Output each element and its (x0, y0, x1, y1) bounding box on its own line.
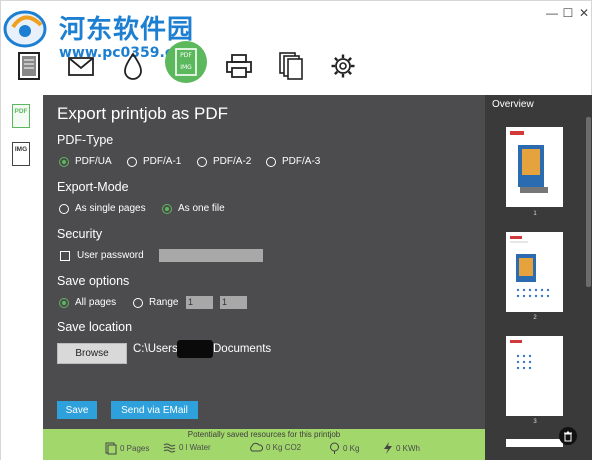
checkbox-label: User password (77, 250, 144, 261)
stat-value: 0 KWh (396, 443, 421, 453)
export-mode-heading: Export-Mode (57, 180, 129, 194)
radio-indicator (59, 297, 69, 308)
radio-all-pages[interactable]: All pages (59, 297, 116, 308)
sidebar-item-img[interactable]: IMG (12, 142, 30, 166)
overview-page-thumbnail[interactable] (506, 127, 563, 207)
security-heading: Security (57, 227, 103, 241)
save-location-heading: Save location (57, 320, 133, 334)
overview-panel: Overview 1 2 3 (485, 95, 592, 460)
page-preview-image (510, 236, 550, 298)
radio-label: PDF/A-2 (213, 156, 252, 167)
range-from-input[interactable]: 1 (186, 296, 213, 309)
radio-pdf-a1[interactable]: PDF/A-1 (127, 156, 181, 167)
copies-icon (279, 52, 303, 80)
water-icon (163, 443, 176, 453)
stat-value: 0 l Water (179, 443, 211, 452)
pdf-badge-top: PDF (180, 52, 192, 59)
radio-indicator (197, 156, 207, 167)
radio-indicator (133, 297, 143, 308)
cloud-icon (250, 442, 263, 452)
pdf-img-icon: PDF IMG (175, 48, 197, 76)
radio-range[interactable]: Range (133, 297, 178, 308)
stat-value: 0 Kg CO2 (266, 443, 302, 452)
user-password-input[interactable] (159, 249, 263, 262)
radio-label: PDF/A-3 (282, 156, 321, 167)
send-email-button[interactable]: Send via EMail (111, 401, 198, 419)
overview-page-number: 2 (533, 315, 537, 321)
save-button[interactable]: Save (57, 401, 97, 419)
watermark-logo-icon (3, 10, 47, 48)
overview-scrollbar[interactable] (586, 117, 591, 287)
delete-page-button[interactable] (559, 427, 577, 445)
stat-pages: 0 Pages (105, 442, 149, 455)
page-preview-image (510, 340, 532, 370)
page-title: Export printjob as PDF (57, 104, 229, 123)
bolt-icon (384, 442, 392, 454)
radio-indicator (162, 203, 172, 214)
save-options-heading: Save options (57, 274, 130, 288)
pdf-badge-bottom: IMG (180, 64, 192, 71)
toolbar-pdf-img-button[interactable]: PDF IMG (165, 41, 207, 83)
checkbox-box (60, 250, 70, 261)
radio-one-file[interactable]: As one file (162, 203, 225, 214)
radio-label: All pages (75, 297, 117, 308)
radio-pdf-a3[interactable]: PDF/A-3 (266, 156, 320, 167)
close-button[interactable]: ✕ (573, 3, 592, 23)
radio-indicator (266, 156, 276, 167)
radio-pdf-ua[interactable]: PDF/UA (59, 156, 112, 167)
trash-icon (564, 431, 572, 441)
pdf-type-heading: PDF-Type (57, 133, 114, 147)
toolbar-mail-button[interactable] (63, 47, 99, 85)
export-panel: Export printjob as PDF PDF-Type PDF/UA P… (43, 95, 485, 429)
toolbar-settings-button[interactable] (325, 47, 361, 85)
stat-energy: 0 KWh (383, 442, 420, 454)
toolbar-ink-button[interactable] (115, 47, 151, 85)
stat-trees: 0 Kg (329, 442, 359, 454)
footer-title: Potentially saved resources for this pri… (187, 430, 341, 439)
overview-page-thumbnail[interactable] (506, 439, 563, 447)
radio-single-pages[interactable]: As single pages (59, 203, 146, 214)
document-icon (18, 52, 40, 80)
tree-icon (330, 442, 339, 454)
radio-pdf-a2[interactable]: PDF/A-2 (197, 156, 251, 167)
toolbar-document-button[interactable] (11, 47, 47, 85)
user-password-checkbox[interactable]: User password (60, 250, 144, 261)
browse-button[interactable]: Browse (57, 343, 127, 364)
watermark-title: 河东软件园 (59, 15, 195, 45)
radio-label: As single pages (75, 203, 146, 214)
overview-page-thumbnail[interactable] (506, 232, 563, 312)
overview-page-number: 3 (533, 419, 537, 425)
stat-water: 0 l Water (163, 442, 211, 453)
overview-title: Overview (492, 99, 534, 110)
page-preview-image (510, 131, 548, 193)
overview-page-thumbnail[interactable] (506, 336, 563, 416)
radio-indicator (59, 203, 69, 214)
overview-page-number: 1 (533, 211, 537, 217)
drop-icon (124, 52, 142, 80)
pages-icon (105, 442, 117, 455)
mail-icon (68, 57, 94, 76)
radio-indicator (59, 156, 69, 167)
app-window: — ☐ ✕ 河东软件园 www.pc0359.cn PDF IMG PDF IM… (0, 0, 592, 460)
radio-label: PDF/UA (75, 156, 112, 167)
saved-resources-footer: Potentially saved resources for this pri… (43, 429, 485, 460)
radio-label: As one file (178, 203, 225, 214)
stat-value: 0 Pages (120, 444, 150, 453)
radio-label: PDF/A-1 (143, 156, 182, 167)
range-to-input[interactable]: 1 (220, 296, 247, 309)
printer-icon (226, 54, 252, 78)
stat-value: 0 Kg (343, 443, 360, 453)
redacted-username (177, 340, 213, 358)
stat-co2: 0 Kg CO2 (249, 442, 301, 453)
save-path-prefix: C:\Users (133, 343, 178, 355)
radio-indicator (127, 156, 137, 167)
sidebar-item-pdf[interactable]: PDF (12, 104, 30, 128)
radio-label: Range (149, 297, 179, 308)
toolbar-copies-button[interactable] (273, 47, 309, 85)
gear-icon (331, 54, 355, 78)
save-path-suffix: Documents (213, 343, 272, 355)
toolbar-print-button[interactable] (221, 47, 257, 85)
